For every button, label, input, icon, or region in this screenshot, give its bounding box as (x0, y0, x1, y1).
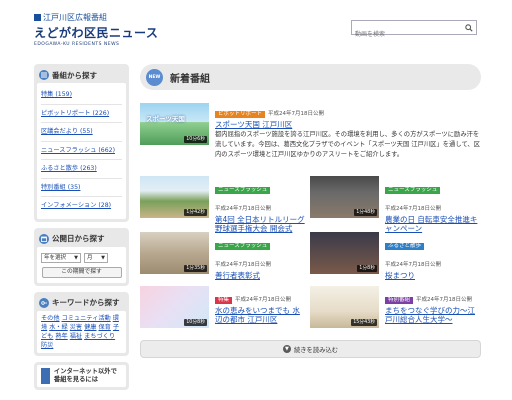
featured-video: スポーツ天国 10分6秒 ピボットリポート 平成24年7月18日公開 スポーツ天国… (140, 100, 481, 164)
video-duration: 1分42秒 (184, 209, 207, 216)
video-title-link[interactable]: 水の恵みをいつまでも 水辺の都市 江戸川区 (215, 306, 307, 324)
month-select[interactable]: 月 ▼ (84, 252, 108, 263)
video-item: 1分48秒 ニュースフラッシュ 平成24年7月18日公開 農業の日 自転車安全推… (310, 176, 481, 233)
video-duration: 10分8秒 (184, 319, 207, 326)
key-icon (39, 297, 49, 308)
year-select[interactable]: 年を選択 ▼ (41, 252, 81, 263)
site-logo[interactable]: 江戸川区広報番組 えどがわ区民ニュース EDOGAWA-KU RESIDENTS… (34, 12, 158, 47)
logo-mark-icon (34, 14, 41, 21)
publish-date: 平成24年7月18日公開 (385, 206, 441, 212)
video-title-link[interactable]: 第4回 全日本リトルリーグ野球選手権大会 開会式 (215, 215, 305, 233)
date-search-button[interactable]: この期間で探す (41, 266, 122, 278)
program-heading: 番組から探す (52, 70, 97, 80)
video-title-link[interactable]: 善行者表彰式 (215, 271, 305, 280)
publish-date: 平成24年7月18日公開 (215, 206, 271, 212)
search-icon (464, 23, 473, 32)
program-link-pivot-report[interactable]: ピボットリポート (226) (41, 105, 122, 123)
video-duration: 15分43秒 (351, 319, 377, 326)
category-badge: ニュースフラッシュ (385, 187, 441, 194)
program-link-news-flash[interactable]: ニュースフラッシュ (662) (41, 142, 122, 160)
building-icon (41, 367, 50, 384)
brand-subtitle: EDOGAWA-KU RESIDENTS NEWS (34, 42, 120, 47)
video-item: 10分8秒 特集 平成24年7月18日公開 水の恵みをいつまでも 水辺の都市 江戸… (140, 286, 305, 330)
keyword-link[interactable]: まちづくり (84, 333, 115, 340)
chevron-down-icon: ▼ (101, 254, 105, 261)
chevron-down-icon: ▼ (74, 254, 78, 261)
publish-date: 平成24年7月18日公開 (416, 297, 473, 303)
program-link-feature[interactable]: 特集 (159) (41, 86, 122, 105)
category-badge: ニュースフラッシュ (215, 243, 271, 250)
program-link-information[interactable]: インフォメーション (28) (41, 197, 122, 216)
video-title-link[interactable]: まちをつなぐ学びの力〜江戸川総合人生大学〜 (385, 306, 481, 324)
publish-date: 平成24年7月18日公開 (268, 111, 325, 117)
keyword-link[interactable]: 災害 (70, 324, 82, 331)
brand-line1: 江戸川区広報番組 (43, 13, 107, 22)
video-thumbnail[interactable]: 1分42秒 (140, 176, 209, 218)
program-link-assembly[interactable]: 区議会だより (55) (41, 123, 122, 142)
thumbnail-caption: スポーツ天国 (146, 115, 185, 123)
keyword-link[interactable]: 福祉 (70, 333, 82, 340)
category-badge: ふるさと散歩 (385, 243, 425, 250)
program-link-furusato[interactable]: ふるさと散歩 (263) (41, 160, 122, 179)
sidebar: 番組から探す 特集 (159) ピボットリポート (226) 区議会だより (5… (34, 64, 129, 390)
category-badge: 特別番組 (385, 297, 414, 304)
internet-banner-text: インターネット以外で番組を見るには (53, 367, 117, 383)
category-badge: 特集 (215, 297, 233, 304)
search-button[interactable] (461, 21, 476, 34)
keyword-link[interactable]: 健康 (84, 324, 96, 331)
program-link-special[interactable]: 特別番組 (35) (41, 179, 122, 197)
section-header: NEW 新着番組 (140, 64, 481, 90)
video-thumbnail[interactable]: 10分8秒 (140, 286, 209, 328)
video-title-link[interactable]: 桜まつり (385, 271, 481, 280)
featured-thumbnail[interactable]: スポーツ天国 10分6秒 (140, 103, 209, 145)
calendar-icon (39, 233, 49, 244)
keyword-heading: キーワードから探す (52, 298, 120, 307)
keyword-link[interactable]: 熟年 (55, 333, 67, 340)
keyword-link[interactable]: 保育 (99, 324, 111, 331)
publish-date: 平成24年7月18日公開 (385, 262, 441, 268)
new-badge: NEW (146, 68, 163, 86)
arrow-down-icon: ▼ (282, 345, 291, 353)
video-title-link[interactable]: スポーツ天国 江戸川区 (215, 120, 481, 129)
video-item: 1分42秒 ニュースフラッシュ 平成24年7月18日公開 第4回 全日本リトルリ… (140, 176, 305, 233)
keyword-link[interactable]: その他 (41, 315, 60, 322)
video-item: 15分43秒 特別番組 平成24年7月18日公開 まちをつなぐ学びの力〜江戸川総合… (310, 286, 481, 330)
category-badge: ニュースフラッシュ (215, 187, 271, 194)
section-title: 新着番組 (170, 73, 210, 85)
video-duration: 1分48秒 (354, 209, 377, 216)
video-thumbnail[interactable]: 15分43秒 (310, 286, 379, 328)
video-duration: 1分8秒 (357, 265, 377, 272)
date-heading: 公開日から探す (52, 234, 105, 243)
video-item: 1分35秒 ニュースフラッシュ 平成24年7月18日公開 善行者表彰式 (140, 232, 300, 280)
video-item: 1分8秒 ふるさと散歩 平成24年7月18日公開 桜まつり (310, 232, 481, 280)
keyword-link[interactable]: 水・緑 (49, 324, 68, 331)
video-duration: 1分35秒 (184, 265, 207, 272)
load-more-label: 続きを読み込む (293, 346, 339, 354)
video-thumbnail[interactable]: 1分35秒 (140, 232, 209, 274)
keyword-list: その他 コミュニティ活動 環境 水・緑 災害 健康 保育 子ども 熟年 福祉 まちづくり防災 (37, 310, 126, 353)
site-header: 江戸川区広報番組 えどがわ区民ニュース EDOGAWA-KU RESIDENTS… (0, 0, 512, 52)
search-box (351, 20, 477, 41)
video-thumbnail[interactable]: 1分48秒 (310, 176, 379, 218)
video-description: 都内屈指のスポーツ施設を誇る江戸川区。その環境を利用し、多くの方がスポーツに励み… (215, 131, 481, 158)
category-badge: ピボットリポート (215, 111, 266, 118)
publish-date: 平成24年7月18日公開 (235, 297, 292, 303)
brand-title: えどがわ区民ニュース (34, 26, 159, 40)
program-section: 番組から探す 特集 (159) ピボットリポート (226) 区議会だより (5… (34, 64, 129, 222)
publish-date: 平成24年7月18日公開 (215, 262, 271, 268)
date-section: 公開日から探す 年を選択 ▼ 月 ▼ この期間で探す (34, 227, 129, 286)
list-icon (39, 70, 49, 80)
video-title-link[interactable]: 農業の日 自転車安全推進キャンペーン (385, 215, 481, 233)
keyword-link[interactable]: コミュニティ活動 (62, 315, 111, 322)
search-input[interactable] (352, 28, 452, 41)
video-duration: 10分6秒 (184, 136, 207, 143)
load-more-button[interactable]: ▼ 続きを読み込む (140, 340, 481, 358)
internet-banner[interactable]: インターネット以外で番組を見るには (34, 361, 129, 390)
video-thumbnail[interactable]: 1分8秒 (310, 232, 379, 274)
keyword-link[interactable]: 防災 (41, 342, 53, 349)
keyword-section: キーワードから探す その他 コミュニティ活動 環境 水・緑 災害 健康 保育 子ども 熟年 福祉ま… (34, 291, 129, 356)
